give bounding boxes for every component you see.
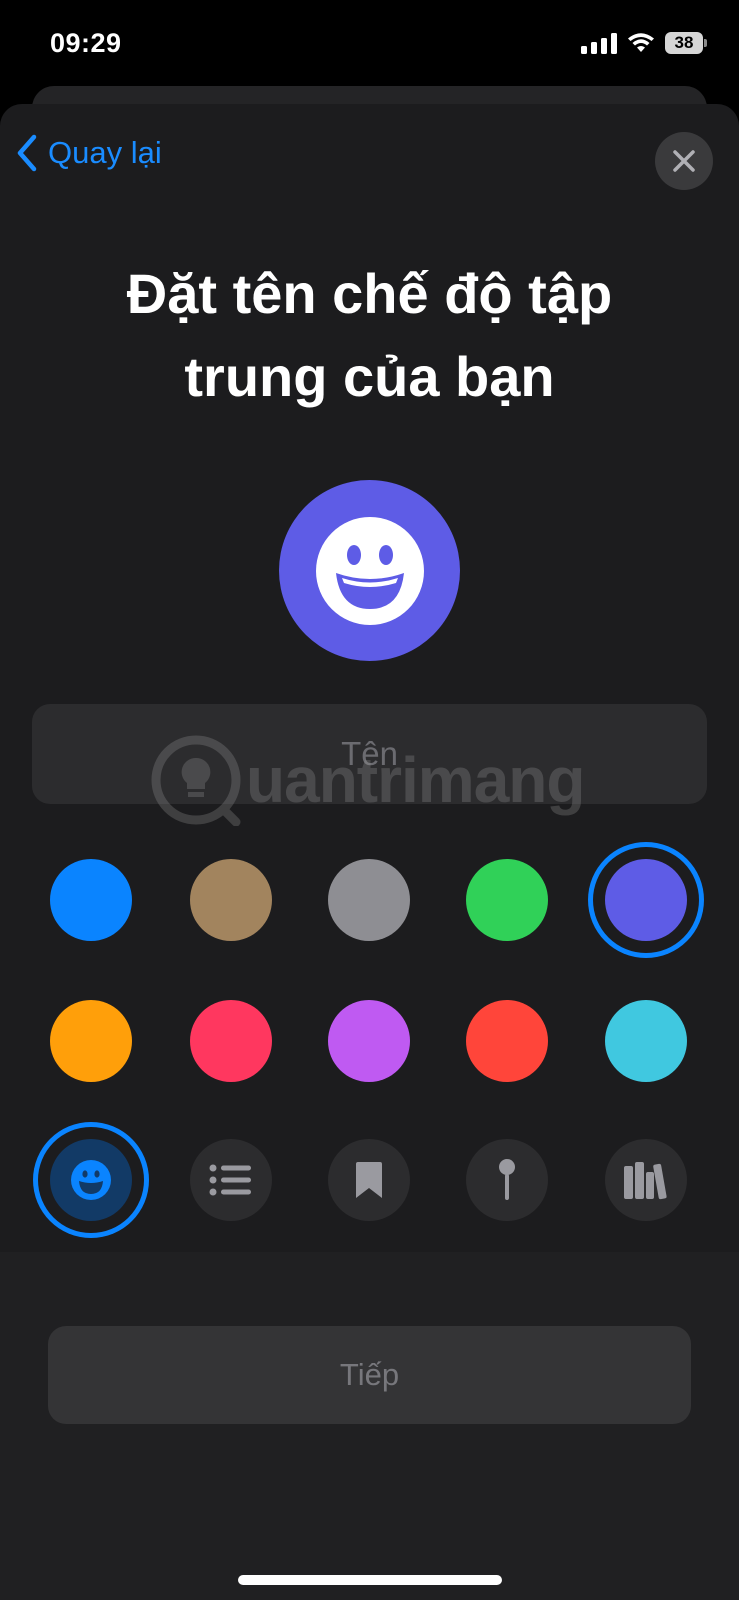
color-swatch-gray[interactable] bbox=[328, 859, 410, 941]
color-swatch-red[interactable] bbox=[466, 1000, 548, 1082]
icon-option-smiley[interactable] bbox=[50, 1139, 132, 1221]
icon-option-books[interactable] bbox=[605, 1139, 687, 1221]
page-title-line-2: trung của bạn bbox=[184, 345, 555, 408]
page-title: Đặt tên chế độ tập trung của bạn bbox=[0, 252, 739, 418]
color-swatch-pink[interactable] bbox=[190, 1000, 272, 1082]
chevron-left-icon bbox=[17, 134, 37, 172]
color-swatch-orange[interactable] bbox=[50, 1000, 132, 1082]
status-time: 09:29 bbox=[50, 28, 122, 58]
back-label: Quay lại bbox=[48, 135, 162, 170]
color-swatch-purple[interactable] bbox=[328, 1000, 410, 1082]
bottom-toolbar bbox=[0, 1252, 739, 1600]
focus-icon-preview bbox=[279, 480, 460, 661]
focus-name-input[interactable] bbox=[32, 704, 707, 804]
color-swatch-blue[interactable] bbox=[50, 859, 132, 941]
page-title-line-1: Đặt tên chế độ tập bbox=[126, 262, 613, 325]
icon-option-pin[interactable] bbox=[466, 1139, 548, 1221]
status-icons: 38 bbox=[581, 32, 707, 54]
icon-option-bookmark[interactable] bbox=[328, 1139, 410, 1221]
xmark-icon bbox=[673, 150, 695, 172]
pin-icon bbox=[499, 1159, 515, 1200]
back-button[interactable]: Quay lại bbox=[16, 134, 162, 172]
home-indicator[interactable] bbox=[238, 1575, 502, 1585]
battery-icon: 38 bbox=[665, 32, 707, 54]
smiley-face-icon bbox=[71, 1160, 111, 1200]
battery-level: 38 bbox=[665, 32, 703, 54]
status-bar: 09:29 38 bbox=[0, 0, 739, 92]
wifi-icon bbox=[628, 33, 654, 52]
color-swatch-tan[interactable] bbox=[190, 859, 272, 941]
color-swatch-cyan[interactable] bbox=[605, 1000, 687, 1082]
screen: 09:29 38 Quay lại Đặt tên chế độ tập tru… bbox=[0, 0, 739, 1600]
list-bullet-icon bbox=[209, 1164, 251, 1196]
cellular-signal-icon bbox=[581, 32, 617, 54]
bookmark-icon bbox=[356, 1162, 382, 1198]
next-button[interactable]: Tiếp bbox=[48, 1326, 691, 1424]
books-icon bbox=[624, 1162, 667, 1200]
focus-setup-sheet: Quay lại Đặt tên chế độ tập trung của bạ… bbox=[0, 104, 739, 1600]
color-swatch-green[interactable] bbox=[466, 859, 548, 941]
color-swatch-indigo[interactable] bbox=[605, 859, 687, 941]
smiley-face-icon bbox=[315, 516, 424, 625]
close-button[interactable] bbox=[655, 132, 713, 190]
icon-option-list[interactable] bbox=[190, 1139, 272, 1221]
